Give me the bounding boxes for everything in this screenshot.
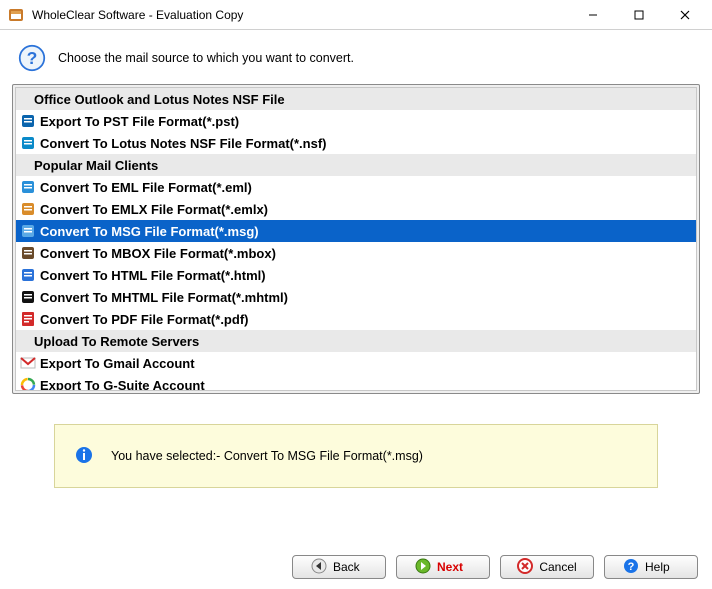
gsuite-icon xyxy=(20,377,36,391)
list-item[interactable]: Convert To EMLX File Format(*.emlx) xyxy=(16,198,696,220)
list-item[interactable]: Convert To EML File Format(*.eml) xyxy=(16,176,696,198)
back-button[interactable]: Back xyxy=(292,555,386,579)
button-bar: Back Next Cancel ? Help xyxy=(292,555,698,579)
back-icon xyxy=(311,558,327,577)
emlx-icon xyxy=(20,201,36,217)
list-header: Upload To Remote Servers xyxy=(16,330,696,352)
list-item-label: Convert To MHTML File Format(*.mhtml) xyxy=(40,290,288,305)
selection-text: You have selected:- Convert To MSG File … xyxy=(111,449,423,463)
pdf-icon xyxy=(20,311,36,327)
listbox-container: Office Outlook and Lotus Notes NSF File E… xyxy=(12,84,700,394)
list-item-label: Convert To EMLX File Format(*.emlx) xyxy=(40,202,268,217)
info-icon xyxy=(75,446,93,467)
cancel-label: Cancel xyxy=(539,560,576,574)
back-label: Back xyxy=(333,560,367,574)
list-item-label: Convert To Lotus Notes NSF File Format(*… xyxy=(40,136,327,151)
gmail-icon xyxy=(20,355,36,371)
mhtml-icon xyxy=(20,289,36,305)
list-item-label: Convert To HTML File Format(*.html) xyxy=(40,268,266,283)
help-label: Help xyxy=(645,560,679,574)
selection-prefix: You have selected:- xyxy=(111,449,224,463)
next-icon xyxy=(415,558,431,577)
titlebar: WholeClear Software - Evaluation Copy xyxy=(0,0,712,30)
list-item[interactable]: Convert To MBOX File Format(*.mbox) xyxy=(16,242,696,264)
minimize-button[interactable] xyxy=(570,0,616,30)
list-item[interactable]: Convert To MSG File Format(*.msg) xyxy=(16,220,696,242)
app-icon xyxy=(8,7,24,23)
cancel-button[interactable]: Cancel xyxy=(500,555,594,579)
format-listbox[interactable]: Office Outlook and Lotus Notes NSF File E… xyxy=(15,87,697,391)
list-header: Office Outlook and Lotus Notes NSF File xyxy=(16,88,696,110)
svg-text:?: ? xyxy=(27,48,38,68)
list-item-label: Convert To MSG File Format(*.msg) xyxy=(40,224,259,239)
content-area: Office Outlook and Lotus Notes NSF File E… xyxy=(0,84,712,488)
next-label: Next xyxy=(437,560,471,574)
instruction-text: Choose the mail source to which you want… xyxy=(58,51,354,65)
list-item[interactable]: Export To PST File Format(*.pst) xyxy=(16,110,696,132)
window-controls xyxy=(570,0,708,30)
instruction-row: ? Choose the mail source to which you wa… xyxy=(0,30,712,84)
close-button[interactable] xyxy=(662,0,708,30)
help-icon: ? xyxy=(18,44,46,72)
next-button[interactable]: Next xyxy=(396,555,490,579)
list-item[interactable]: Export To Gmail Account xyxy=(16,352,696,374)
mbox-icon xyxy=(20,245,36,261)
cancel-icon xyxy=(517,558,533,577)
list-item-label: Export To G-Suite Account xyxy=(40,378,205,392)
eml-icon xyxy=(20,179,36,195)
selection-value: Convert To MSG File Format(*.msg) xyxy=(224,449,423,463)
maximize-button[interactable] xyxy=(616,0,662,30)
svg-text:?: ? xyxy=(628,561,635,573)
app-window: WholeClear Software - Evaluation Copy ? … xyxy=(0,0,712,589)
list-item-label: Convert To MBOX File Format(*.mbox) xyxy=(40,246,276,261)
list-item[interactable]: Convert To MHTML File Format(*.mhtml) xyxy=(16,286,696,308)
list-item[interactable]: Convert To Lotus Notes NSF File Format(*… xyxy=(16,132,696,154)
help-btn-icon: ? xyxy=(623,558,639,577)
list-item-label: Convert To EML File Format(*.eml) xyxy=(40,180,252,195)
outlook-icon xyxy=(20,113,36,129)
html-icon xyxy=(20,267,36,283)
list-header: Popular Mail Clients xyxy=(16,154,696,176)
help-button[interactable]: ? Help xyxy=(604,555,698,579)
list-item[interactable]: Convert To PDF File Format(*.pdf) xyxy=(16,308,696,330)
list-item[interactable]: Convert To HTML File Format(*.html) xyxy=(16,264,696,286)
msg-icon xyxy=(20,223,36,239)
list-item-label: Convert To PDF File Format(*.pdf) xyxy=(40,312,248,327)
list-item-label: Export To PST File Format(*.pst) xyxy=(40,114,239,129)
window-title: WholeClear Software - Evaluation Copy xyxy=(32,8,570,22)
list-item[interactable]: Export To G-Suite Account xyxy=(16,374,696,391)
selection-info-panel: You have selected:- Convert To MSG File … xyxy=(54,424,658,488)
list-item-label: Export To Gmail Account xyxy=(40,356,195,371)
lotus-icon xyxy=(20,135,36,151)
